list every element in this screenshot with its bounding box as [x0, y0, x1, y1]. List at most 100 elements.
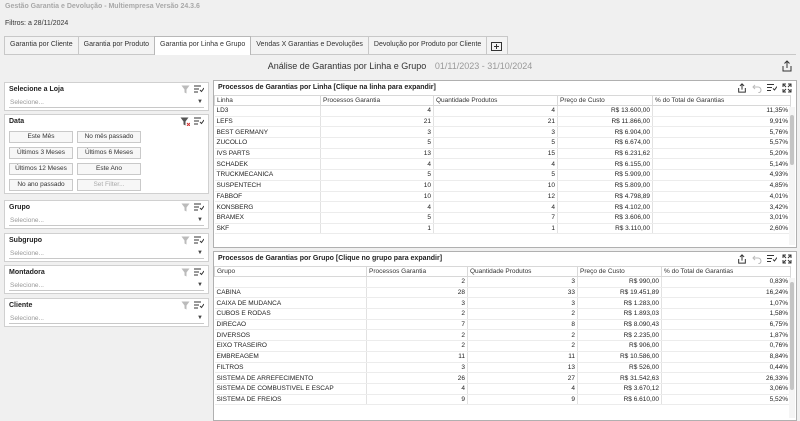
- table-row[interactable]: LEFS 21 21 R$ 11.866,00 9,91%: [214, 116, 791, 128]
- table-cell: 10: [320, 191, 434, 203]
- table-row[interactable]: CABINA 28 33 R$ 19.451,89 16,24%: [214, 287, 791, 299]
- table-row[interactable]: FABBOF 10 12 R$ 4.798,89 4,01%: [214, 191, 791, 203]
- col-percent[interactable]: % do Total de Garantias: [652, 95, 791, 106]
- table-row[interactable]: CAIXA DE MUDANCA 3 3 R$ 1.283,00 1,07%: [214, 297, 791, 310]
- multi-select-icon[interactable]: [194, 203, 204, 212]
- table-row[interactable]: IVS PARTS 13 15 R$ 6.231,62 5,20%: [214, 148, 791, 160]
- multi-select-icon[interactable]: [194, 268, 204, 277]
- filter-clear-icon[interactable]: [181, 236, 190, 245]
- table-cell: SKF: [214, 223, 321, 235]
- table-row[interactable]: CUBOS E RODAS 2 2 R$ 1.893,03 1,58%: [214, 308, 791, 320]
- col-quantidade[interactable]: Quantidade Produtos: [433, 95, 558, 106]
- table-cell: 2: [467, 329, 578, 342]
- tab-garantia-por-cliente[interactable]: Garantia por Cliente: [4, 36, 79, 54]
- col-processos[interactable]: Processos Garantia: [366, 266, 468, 277]
- date-ultimos-12-meses-button[interactable]: Últimos 12 Meses: [9, 163, 73, 175]
- table-row[interactable]: SISTEMA DE ARREFECIMENTO 26 27 R$ 31.542,63…: [214, 372, 791, 384]
- table-cell: 12: [433, 191, 558, 203]
- chevron-down-icon: ▼: [197, 250, 203, 256]
- table-row[interactable]: 2 3 R$ 990,00 0,83%: [214, 276, 791, 288]
- filter-loja-select[interactable]: Selecione... ▼: [9, 97, 204, 108]
- export-dashboard-button[interactable]: [781, 60, 793, 72]
- col-preco[interactable]: Preço de Custo: [557, 95, 653, 106]
- filter-clear-icon[interactable]: [181, 85, 190, 94]
- table-cell: R$ 1.283,00: [577, 297, 662, 310]
- table-cell: 2: [366, 276, 468, 288]
- tab-garantia-por-produto[interactable]: Garantia por Produto: [77, 36, 156, 54]
- table-cell: DIVERSOS: [214, 329, 367, 342]
- multi-select-icon[interactable]: [767, 83, 777, 93]
- filter-data-panel: Data Este Mês No mês passado Últimos 3 M…: [4, 114, 209, 194]
- filter-clear-icon[interactable]: [181, 203, 190, 212]
- table-row[interactable]: SISTEMA DE FREIOS 9 9 R$ 6.610,00 5,52%: [214, 394, 791, 406]
- table-row[interactable]: KONSBERG 4 4 R$ 4.102,00 3,42%: [214, 201, 791, 213]
- table-row[interactable]: ZUCOLLO 5 5 R$ 6.674,00 5,57%: [214, 137, 791, 149]
- multi-select-icon[interactable]: [194, 236, 204, 245]
- maximize-icon[interactable]: [782, 254, 792, 264]
- filter-clear-icon[interactable]: [181, 268, 190, 277]
- table-cell: BRAMEX: [214, 212, 321, 224]
- undo-icon[interactable]: [752, 83, 762, 93]
- col-percent[interactable]: % do Total de Garantias: [661, 266, 791, 277]
- linha-scroll-thumb[interactable]: [790, 115, 794, 165]
- table-row[interactable]: DIRECAO 7 8 R$ 8.090,43 6,75%: [214, 319, 791, 331]
- table-row[interactable]: SKF 1 1 R$ 3.110,00 2,60%: [214, 223, 791, 235]
- col-preco[interactable]: Preço de Custo: [577, 266, 662, 277]
- export-icon[interactable]: [737, 83, 747, 93]
- table-row[interactable]: SUSPENTECH 10 10 R$ 5.809,00 4,85%: [214, 180, 791, 192]
- filter-grupo-select[interactable]: Selecione... ▼: [9, 215, 204, 226]
- table-cell: 13: [467, 362, 578, 374]
- col-processos[interactable]: Processos Garantia: [320, 95, 434, 106]
- col-grupo[interactable]: Grupo: [214, 266, 367, 277]
- multi-select-icon[interactable]: [194, 85, 204, 94]
- multi-select-icon[interactable]: [194, 301, 204, 310]
- table-cell: 0,44%: [661, 362, 791, 374]
- date-ultimos-3-meses-button[interactable]: Últimos 3 Meses: [9, 147, 73, 159]
- filter-cliente-select[interactable]: Selecione... ▼: [9, 313, 204, 324]
- export-icon[interactable]: [737, 254, 747, 264]
- tab-vendas-x-garantias[interactable]: Vendas X Garantias e Devoluções: [250, 36, 369, 54]
- date-set-filter-button[interactable]: Set Filter...: [77, 179, 141, 191]
- filter-subgrupo-select[interactable]: Selecione... ▼: [9, 248, 204, 259]
- date-ultimos-6-meses-button[interactable]: Últimos 6 Meses: [77, 147, 141, 159]
- date-mes-passado-button[interactable]: No mês passado: [77, 131, 141, 143]
- date-este-mes-button[interactable]: Este Mês: [9, 131, 73, 143]
- tab-devolucao-por-produto[interactable]: Devolução por Produto por Cliente: [367, 36, 488, 54]
- table-row[interactable]: EIXO TRASEIRO 2 2 R$ 906,00 0,76%: [214, 340, 791, 352]
- date-este-ano-button[interactable]: Este Ano: [77, 163, 141, 175]
- table-row[interactable]: BEST GERMANY 3 3 R$ 6.904,00 5,76%: [214, 126, 791, 139]
- linha-grid-title: Processos de Garantias por Linha [Clique…: [218, 84, 436, 91]
- table-cell: 4: [366, 383, 468, 395]
- table-cell: 21: [320, 116, 434, 128]
- filter-clear-icon[interactable]: [180, 117, 190, 126]
- table-cell: CABINA: [214, 287, 367, 299]
- maximize-icon[interactable]: [782, 83, 792, 93]
- linha-scrollbar[interactable]: [789, 107, 795, 245]
- table-cell: 5,20%: [652, 148, 791, 160]
- grupo-scrollbar[interactable]: [789, 278, 795, 418]
- table-row[interactable]: FILTROS 3 13 R$ 526,00 0,44%: [214, 362, 791, 374]
- table-row[interactable]: LD3 4 4 R$ 13.600,00 11,35%: [214, 105, 791, 117]
- table-row[interactable]: SISTEMA DE COMBUSTIVEL E ESCAP 4 4 R$ 3.670…: [214, 383, 791, 395]
- multi-select-icon[interactable]: [767, 254, 777, 264]
- col-quantidade[interactable]: Quantidade Produtos: [467, 266, 578, 277]
- multi-select-icon[interactable]: [194, 117, 204, 126]
- table-cell: R$ 10.586,00: [577, 351, 662, 363]
- col-linha[interactable]: Linha: [214, 95, 321, 106]
- table-cell: KONSBERG: [214, 201, 321, 213]
- table-row[interactable]: SCHADEK 4 4 R$ 6.155,00 5,14%: [214, 158, 791, 171]
- filter-loja-panel: Selecione a Loja Selecione... ▼: [4, 82, 209, 111]
- add-tab-button[interactable]: [486, 36, 509, 54]
- tab-garantia-por-linha-e-grupo[interactable]: Garantia por Linha e Grupo: [154, 36, 252, 55]
- filter-clear-icon[interactable]: [181, 301, 190, 310]
- table-cell: R$ 6.904,00: [557, 126, 653, 139]
- table-row[interactable]: BRAMEX 5 7 R$ 3.606,00 3,01%: [214, 212, 791, 224]
- grupo-scroll-thumb[interactable]: [790, 282, 794, 390]
- table-row[interactable]: EMBREAGEM 11 11 R$ 10.586,00 8,84%: [214, 351, 791, 363]
- undo-icon[interactable]: [752, 254, 762, 264]
- table-row[interactable]: DIVERSOS 2 2 R$ 2.235,00 1,87%: [214, 329, 791, 342]
- date-ano-passado-button[interactable]: No ano passado: [9, 179, 73, 191]
- table-row[interactable]: TRUCKMECANICA 5 5 R$ 5.909,00 4,93%: [214, 169, 791, 181]
- table-cell: 5,14%: [652, 158, 791, 171]
- filter-montadora-select[interactable]: Selecione... ▼: [9, 280, 204, 291]
